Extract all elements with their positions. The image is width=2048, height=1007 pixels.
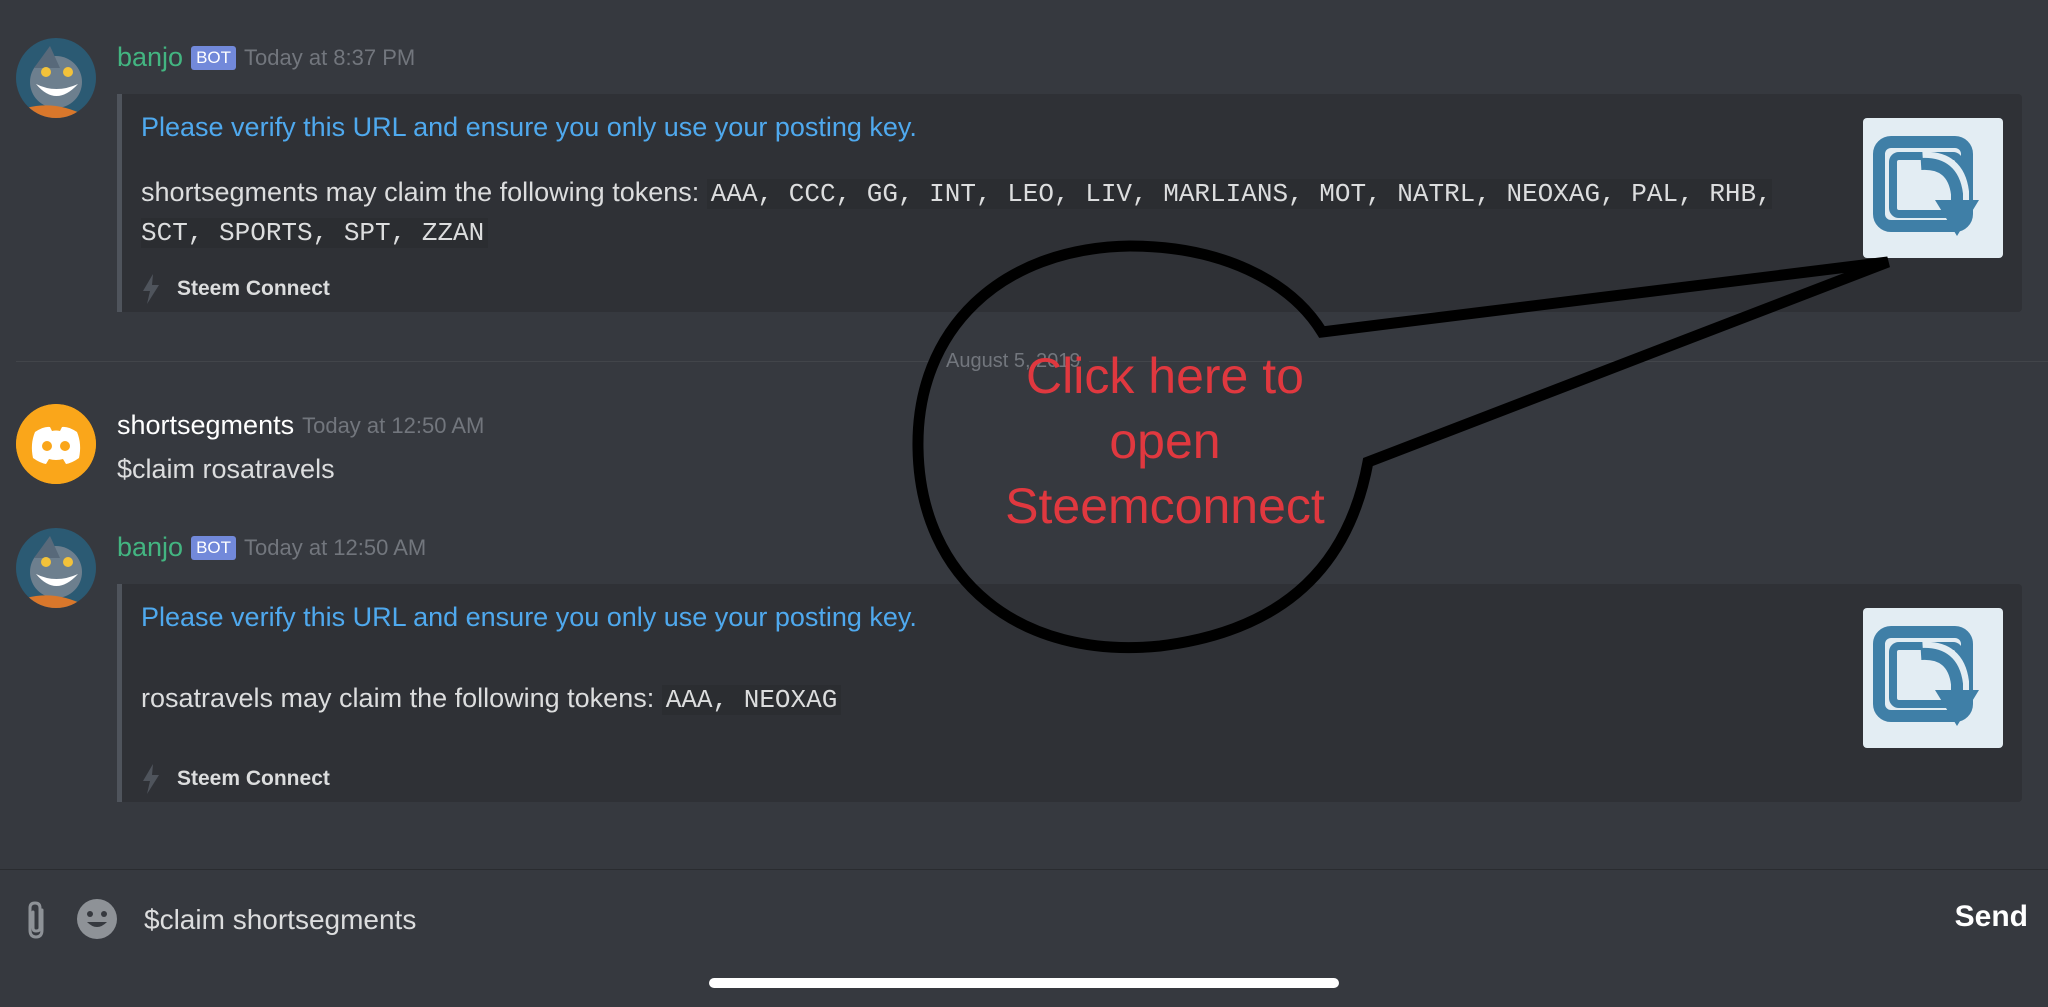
steemconnect-embed: Please verify this URL and ensure you on…	[117, 584, 2022, 802]
username[interactable]: banjo	[117, 532, 183, 563]
annotation-line: Steemconnect	[1005, 478, 1325, 534]
timestamp: Today at 12:50 AM	[302, 412, 485, 438]
username[interactable]: banjo	[117, 42, 183, 73]
embed-footer-text: Steem Connect	[177, 277, 330, 300]
paperclip-icon[interactable]	[22, 900, 52, 940]
message-header: banjo BOT Today at 8:37 PM	[117, 42, 415, 73]
banjo-avatar[interactable]	[16, 528, 96, 608]
embed-footer: Steem Connect	[141, 274, 330, 304]
annotation-text: Click here to open Steemconnect	[960, 344, 1370, 539]
steemconnect-thumbnail-icon	[1873, 626, 1979, 726]
bot-tag: BOT	[191, 45, 237, 70]
embed-description-text: rosatravels may claim the following toke…	[141, 683, 662, 713]
message-input[interactable]	[144, 900, 1844, 940]
embed-description: shortsegments may claim the following to…	[141, 174, 1841, 252]
embed-description-text: shortsegments may claim the following to…	[141, 177, 707, 207]
annotation-line: open	[1109, 413, 1221, 469]
annotation-line: Click here to	[1026, 348, 1304, 404]
bot-tag: BOT	[191, 535, 237, 560]
token-list: AAA, NEOXAG	[661, 685, 842, 715]
timestamp: Today at 12:50 AM	[244, 534, 427, 560]
embed-footer: Steem Connect	[141, 764, 330, 794]
message-header: shortsegments Today at 12:50 AM	[117, 410, 484, 441]
steemconnect-thumbnail[interactable]	[1863, 608, 2003, 748]
message-header: banjo BOT Today at 12:50 AM	[117, 532, 426, 563]
embed-title-link[interactable]: Please verify this URL and ensure you on…	[141, 602, 917, 633]
embed-description: rosatravels may claim the following toke…	[141, 680, 1841, 719]
message-text: $claim rosatravels	[117, 454, 335, 484]
discord-default-avatar[interactable]	[16, 404, 96, 484]
send-button[interactable]: Send	[1955, 900, 2028, 934]
username[interactable]: shortsegments	[117, 410, 294, 441]
timestamp: Today at 8:37 PM	[244, 44, 416, 70]
banjo-avatar[interactable]	[16, 38, 96, 118]
emoji-icon[interactable]	[76, 898, 118, 940]
lightning-bolt-icon	[143, 764, 159, 794]
steemconnect-thumbnail[interactable]	[1863, 118, 2003, 258]
lightning-bolt-icon	[143, 274, 159, 304]
embed-title-link[interactable]: Please verify this URL and ensure you on…	[141, 112, 917, 143]
embed-footer-text: Steem Connect	[177, 767, 330, 790]
home-indicator[interactable]	[709, 978, 1339, 988]
steemconnect-thumbnail-icon	[1873, 136, 1979, 236]
steemconnect-embed: Please verify this URL and ensure you on…	[117, 94, 2022, 312]
